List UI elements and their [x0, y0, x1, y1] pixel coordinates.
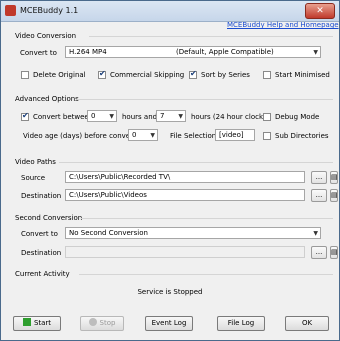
current-activity-header: Current Activity — [15, 270, 70, 278]
destination-path-input[interactable]: C:\Users\Public\Videos — [65, 189, 305, 201]
file-selection-label: File Selection — [170, 132, 217, 140]
event-log-button[interactable]: Event Log — [145, 316, 193, 331]
sub-directories-label: Sub Directories — [275, 132, 329, 140]
stop-icon — [88, 318, 97, 326]
commercial-skipping-checkbox[interactable] — [98, 69, 106, 79]
video-age-select[interactable]: 0 ▼ — [128, 129, 158, 141]
service-status-text: Service is Stopped — [137, 288, 203, 296]
sort-by-series-label: Sort by Series — [201, 71, 250, 79]
second-convert-to-value: No Second Conversion — [69, 229, 148, 237]
source-browse-button[interactable]: ... — [311, 171, 327, 184]
convert-between-checkbox[interactable] — [21, 111, 29, 121]
video-paths-header: Video Paths — [15, 158, 56, 166]
chevron-down-icon: ▼ — [178, 113, 183, 120]
second-destination-folder-button[interactable]: ▤ — [330, 246, 338, 259]
second-destination-browse-button[interactable]: ... — [311, 246, 327, 259]
convert-to-detail: (Default, Apple Compatible) — [176, 48, 274, 56]
divider — [59, 162, 333, 163]
chevron-down-icon: ▼ — [313, 230, 318, 237]
ok-button[interactable]: OK — [285, 316, 329, 331]
delete-original-checkbox[interactable] — [21, 71, 29, 79]
delete-original-label: Delete Original — [33, 71, 86, 79]
folder-icon: ▤ — [331, 191, 338, 199]
destination-folder-button[interactable]: ▤ — [330, 189, 338, 202]
start-button[interactable]: Start — [13, 316, 61, 331]
help-link[interactable]: MCEBuddy Help and Homepage — [227, 21, 339, 29]
divider — [79, 274, 333, 275]
start-minimised-checkbox[interactable] — [263, 71, 271, 79]
app-icon — [5, 5, 16, 16]
destination-browse-button[interactable]: ... — [311, 189, 327, 202]
second-destination-input[interactable] — [65, 246, 305, 258]
video-conversion-header: Video Conversion — [15, 32, 77, 40]
close-button[interactable]: ✕ — [305, 3, 335, 19]
hours-and-label: hours and — [122, 113, 158, 121]
folder-icon: ▤ — [331, 173, 338, 181]
convert-to-value: H.264 MP4 — [69, 48, 107, 56]
convert-between-label: Convert between — [33, 113, 94, 121]
destination-label: Destination — [21, 192, 62, 200]
window-title: MCEBuddy 1.1 — [20, 6, 79, 15]
second-conversion-header: Second Conversion — [15, 214, 83, 222]
start-hour-select[interactable]: 0 ▼ — [87, 110, 117, 122]
video-age-value: 0 — [132, 131, 137, 139]
folder-icon: ▤ — [331, 248, 338, 256]
stop-button-label: Stop — [99, 319, 116, 327]
convert-to-select[interactable]: H.264 MP4 (Default, Apple Compatible) ▼ — [65, 46, 321, 58]
second-convert-to-label: Convert to — [21, 230, 58, 238]
play-icon — [22, 318, 31, 326]
title-bar: MCEBuddy 1.1 ✕ — [1, 1, 339, 22]
chevron-down-icon: ▼ — [109, 113, 114, 120]
commercial-skipping-label: Commercial Skipping — [110, 71, 185, 79]
end-hour-value: 7 — [160, 112, 165, 120]
file-selection-input[interactable]: [video] — [215, 129, 255, 141]
file-log-button[interactable]: File Log — [217, 316, 265, 331]
convert-to-label: Convert to — [20, 49, 57, 57]
app-window: MCEBuddy 1.1 ✕ MCEBuddy Help and Homepag… — [0, 0, 340, 341]
second-destination-label: Destination — [21, 249, 62, 257]
debug-mode-label: Debug Mode — [275, 113, 320, 121]
second-convert-to-select[interactable]: No Second Conversion ▼ — [65, 227, 321, 239]
divider — [77, 99, 333, 100]
divider — [81, 218, 333, 219]
chevron-down-icon: ▼ — [150, 132, 155, 139]
sub-directories-checkbox[interactable] — [263, 132, 271, 140]
start-minimised-label: Start Minimised — [275, 71, 330, 79]
advanced-options-header: Advanced Options — [15, 95, 79, 103]
start-button-label: Start — [33, 319, 52, 327]
debug-mode-checkbox[interactable] — [263, 113, 271, 121]
end-hour-select[interactable]: 7 ▼ — [156, 110, 186, 122]
stop-button[interactable]: Stop — [80, 316, 124, 331]
source-label: Source — [21, 174, 46, 182]
source-folder-button[interactable]: ▤ — [330, 171, 338, 184]
chevron-down-icon: ▼ — [313, 49, 318, 56]
source-path-input[interactable]: C:\Users\Public\Recorded TV\ — [65, 171, 305, 183]
sort-by-series-checkbox[interactable] — [189, 69, 197, 79]
start-hour-value: 0 — [91, 112, 96, 120]
divider — [89, 36, 333, 37]
hours-24-label: hours (24 hour clock) — [191, 113, 266, 121]
